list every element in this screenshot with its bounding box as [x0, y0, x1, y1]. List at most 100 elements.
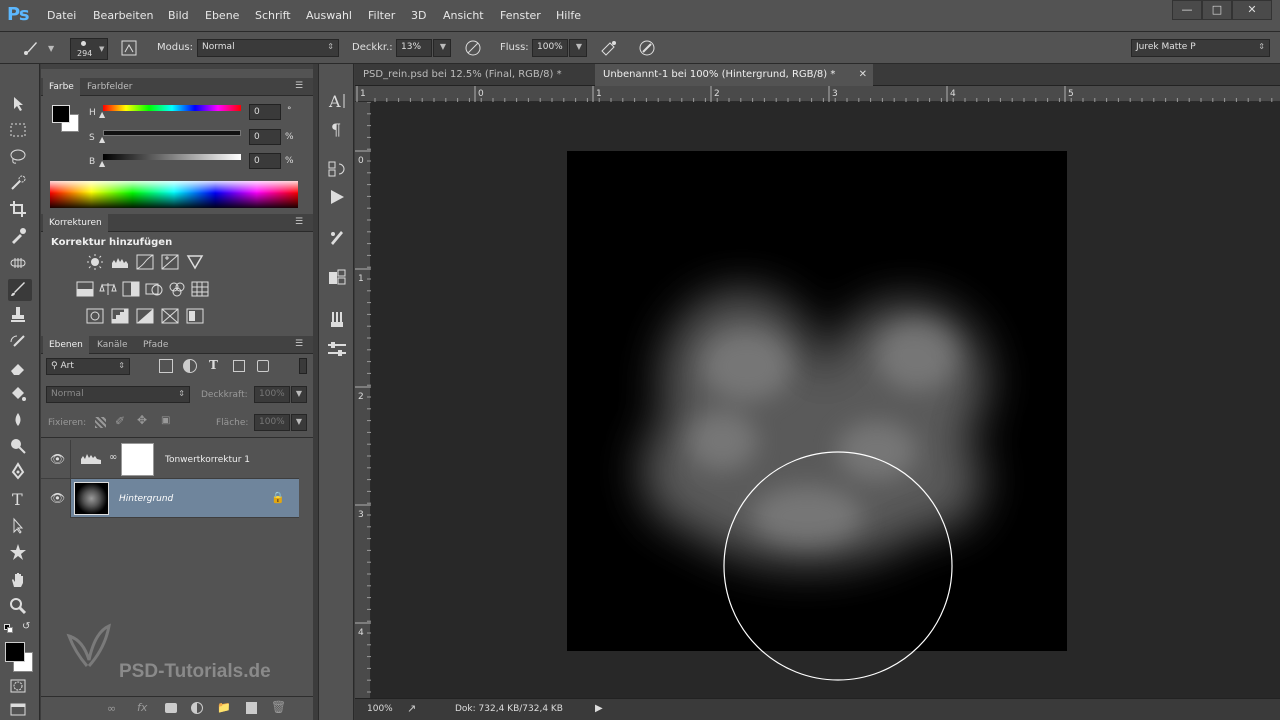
pressure-size-icon[interactable]: [638, 39, 656, 57]
layer-opacity-input[interactable]: 100%: [254, 386, 290, 403]
brightness-input[interactable]: 0: [249, 153, 281, 169]
tab-pfade[interactable]: Pfade: [137, 336, 174, 354]
layer-filter-select[interactable]: ⚲ Art ⇕: [46, 358, 130, 375]
fill-input[interactable]: 100%: [254, 414, 290, 431]
eraser-tool-icon[interactable]: [8, 358, 32, 380]
lock-all-icon[interactable]: ▣: [161, 415, 170, 426]
clone-stamp-tool-icon[interactable]: [8, 305, 32, 327]
filter-shape-layers-icon[interactable]: [233, 360, 245, 372]
threshold-icon[interactable]: [136, 308, 154, 324]
type-tool-icon[interactable]: T: [8, 489, 32, 511]
layer-row[interactable]: 👁 ∞ Tonwertkorrektur 1: [41, 440, 299, 479]
filter-pixel-layers-icon[interactable]: [159, 359, 173, 373]
minimize-button[interactable]: —: [1172, 0, 1202, 20]
swap-colors-icon[interactable]: ↺: [22, 621, 30, 632]
menu-bild[interactable]: Bild: [168, 9, 189, 22]
color-balance-icon[interactable]: [99, 281, 117, 297]
saturation-slider-handle[interactable]: ▲: [99, 135, 105, 144]
close-window-button[interactable]: ✕: [1232, 0, 1272, 20]
lock-transparent-icon[interactable]: [95, 417, 106, 428]
flow-dropdown[interactable]: ▼: [569, 39, 587, 57]
brightness-slider-handle[interactable]: ▲: [99, 159, 105, 168]
hue-input[interactable]: 0: [249, 104, 281, 120]
tab-korrekturen[interactable]: Korrekturen: [43, 214, 108, 232]
opacity-input[interactable]: 13%: [396, 39, 432, 57]
selective-color-icon[interactable]: [186, 308, 204, 324]
photo-filter-icon[interactable]: [145, 281, 163, 297]
filter-adjustment-layers-icon[interactable]: [183, 359, 197, 373]
link-layers-icon[interactable]: ∞: [107, 702, 116, 715]
lock-pixels-icon[interactable]: ✐: [115, 414, 125, 428]
flow-input[interactable]: 100%: [532, 39, 568, 57]
panel-collapse-bar[interactable]: [41, 64, 313, 69]
workspace-select[interactable]: Jurek Matte P ⇕: [1131, 39, 1270, 57]
add-mask-icon[interactable]: [165, 703, 177, 713]
menu-datei[interactable]: Datei: [47, 9, 76, 22]
panel-fg-color-swatch[interactable]: [52, 105, 70, 123]
healing-brush-tool-icon[interactable]: [8, 253, 32, 275]
filter-type-layers-icon[interactable]: T: [209, 358, 218, 372]
move-tool-icon[interactable]: [8, 94, 32, 116]
panel-menu-icon[interactable]: ☰: [295, 217, 303, 227]
mask-link-icon[interactable]: ∞: [109, 452, 117, 463]
levels-icon[interactable]: [111, 254, 129, 270]
zoom-tool-icon[interactable]: [8, 596, 32, 618]
foreground-color-swatch[interactable]: [5, 642, 25, 662]
layer-thumbnail[interactable]: [74, 482, 109, 515]
channel-mixer-icon[interactable]: [168, 281, 186, 297]
horizontal-ruler[interactable]: 1 0 1 2 3 4 5: [355, 86, 1280, 102]
character-panel-icon[interactable]: A: [325, 90, 349, 112]
layer-mask-thumbnail[interactable]: [121, 443, 154, 476]
blur-tool-icon[interactable]: [8, 410, 32, 432]
history-panel-icon[interactable]: [325, 158, 349, 180]
clone-source-icon[interactable]: [325, 266, 349, 288]
menu-schrift[interactable]: Schrift: [255, 9, 291, 22]
airbrush-icon[interactable]: [600, 39, 618, 57]
quick-selection-tool-icon[interactable]: [8, 173, 32, 195]
properties-panel-icon[interactable]: [325, 338, 349, 360]
layer-filter-toggle[interactable]: [299, 358, 307, 374]
layer-blend-mode-select[interactable]: Normal ⇕: [46, 386, 190, 403]
color-lookup-icon[interactable]: [191, 281, 209, 297]
vibrance-icon[interactable]: [186, 254, 204, 270]
brightness-contrast-icon[interactable]: [86, 254, 104, 270]
dodge-tool-icon[interactable]: [8, 436, 32, 458]
actions-play-icon[interactable]: [325, 186, 349, 208]
brush-panel-toggle-icon[interactable]: [120, 39, 138, 57]
invert-icon[interactable]: [86, 308, 104, 324]
menu-auswahl[interactable]: Auswahl: [306, 9, 352, 22]
brush-tool-preset-icon[interactable]: [22, 39, 40, 57]
tab-farbfelder[interactable]: Farbfelder: [81, 78, 138, 96]
layer-name[interactable]: Hintergrund: [119, 494, 173, 504]
menu-filter[interactable]: Filter: [368, 9, 395, 22]
delete-layer-trash-icon[interactable]: 🗑: [271, 700, 286, 714]
paint-bucket-tool-icon[interactable]: [8, 384, 32, 406]
exposure-icon[interactable]: [161, 254, 179, 270]
panel-menu-icon[interactable]: ☰: [295, 81, 303, 91]
screen-mode-icon[interactable]: [8, 700, 32, 720]
crop-tool-icon[interactable]: [8, 199, 32, 221]
pressure-opacity-icon[interactable]: [464, 39, 482, 57]
hand-tool-icon[interactable]: [8, 570, 32, 592]
menu-hilfe[interactable]: Hilfe: [556, 9, 581, 22]
visibility-eye-icon[interactable]: 👁: [50, 452, 65, 466]
menu-ansicht[interactable]: Ansicht: [443, 9, 484, 22]
default-colors-icon[interactable]: [4, 624, 14, 634]
eyedropper-tool-icon[interactable]: [8, 226, 32, 248]
gradient-map-icon[interactable]: [161, 308, 179, 324]
menu-fenster[interactable]: Fenster: [500, 9, 541, 22]
fill-dropdown[interactable]: ▼: [291, 414, 307, 431]
panel-menu-icon[interactable]: ☰: [295, 339, 303, 349]
path-selection-tool-icon[interactable]: [8, 516, 32, 538]
filter-smart-objects-icon[interactable]: [257, 360, 269, 372]
tab-kanaele[interactable]: Kanäle: [91, 336, 134, 354]
document-tab-active[interactable]: Unbenannt-1 bei 100% (Hintergrund, RGB/8…: [595, 64, 873, 86]
saturation-input[interactable]: 0: [249, 129, 281, 145]
brush-size-picker[interactable]: 294 ▼: [70, 38, 108, 60]
lock-position-icon[interactable]: ✥: [137, 413, 147, 427]
tab-ebenen[interactable]: Ebenen: [43, 336, 89, 354]
layer-opacity-dropdown[interactable]: ▼: [291, 386, 307, 403]
status-menu-arrow-icon[interactable]: ▶: [595, 703, 603, 714]
chevron-down-icon[interactable]: ▼: [48, 44, 54, 53]
menu-ebene[interactable]: Ebene: [205, 9, 239, 22]
